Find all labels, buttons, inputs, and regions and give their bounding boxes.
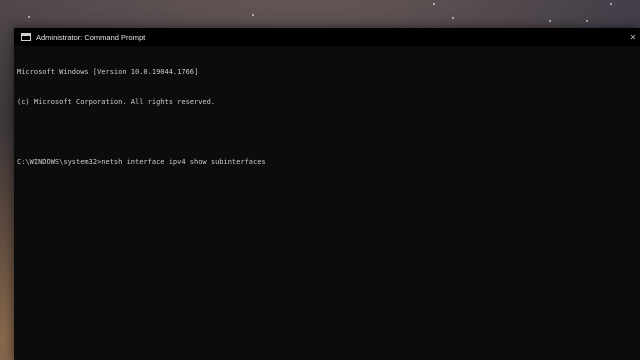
- star-dot: [252, 14, 254, 16]
- close-icon: ✕: [629, 32, 637, 42]
- star-dot: [433, 3, 435, 5]
- cmd-icon: [21, 33, 31, 41]
- star-dot: [549, 20, 551, 22]
- close-button[interactable]: ✕: [626, 28, 640, 46]
- console-command-line[interactable]: C:\WINDOWS\system32>netsh interface ipv4…: [17, 157, 617, 167]
- star-dot: [610, 3, 612, 5]
- scrollbar[interactable]: [634, 46, 640, 360]
- star-dot: [452, 17, 454, 19]
- console-line: (c) Microsoft Corporation. All rights re…: [17, 98, 216, 106]
- star-dot: [586, 20, 588, 22]
- window-controls: ✕: [626, 28, 640, 46]
- star-dot: [28, 16, 30, 18]
- window-title: Administrator: Command Prompt: [36, 32, 146, 42]
- console-output[interactable]: Microsoft Windows [Version 10.0.19044.17…: [17, 47, 617, 187]
- title-bar[interactable]: Administrator: Command Prompt ✕: [14, 28, 640, 46]
- console-line: Microsoft Windows [Version 10.0.19044.17…: [17, 68, 199, 76]
- command-prompt-window[interactable]: Administrator: Command Prompt ✕ Microsof…: [14, 28, 640, 360]
